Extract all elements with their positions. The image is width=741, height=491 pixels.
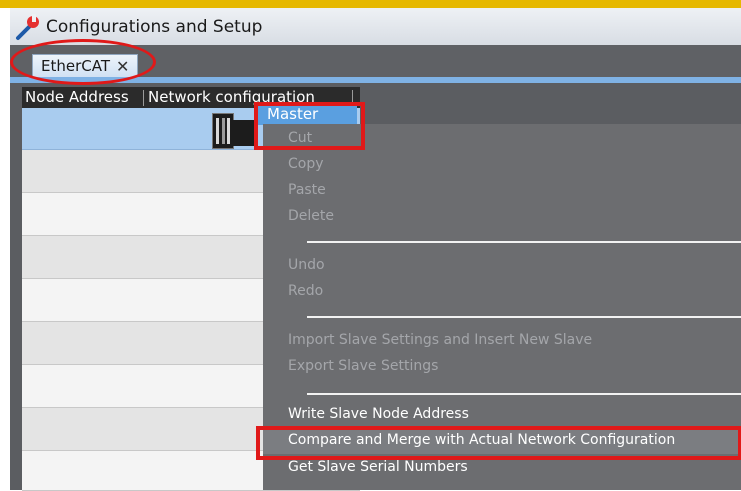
menu-item-undo[interactable]: Undo [288,257,325,273]
wrench-icon [16,13,39,40]
controller-icon[interactable] [212,113,234,149]
window-title: Configurations and Setup [46,16,263,37]
menu-separator [307,316,741,318]
menu-separator [307,241,741,243]
app-window: Configurations and Setup EtherCAT ✕ Node… [0,0,741,491]
window-top-edge [0,0,741,8]
annotation-circle-tab [10,39,156,85]
menu-item-export-slave-settings[interactable]: Export Slave Settings [288,358,438,374]
menu-separator [307,393,741,395]
menu-item-copy[interactable]: Copy [288,156,324,172]
column-divider[interactable] [143,90,144,106]
title-bar: Configurations and Setup [10,8,741,46]
annotation-box-master [254,102,365,150]
menu-item-paste[interactable]: Paste [288,182,326,198]
menu-item-import-slave-settings[interactable]: Import Slave Settings and Insert New Sla… [288,332,592,348]
menu-item-get-slave-serial-numbers[interactable]: Get Slave Serial Numbers [288,459,468,475]
menu-item-redo[interactable]: Redo [288,283,323,299]
menu-item-write-slave-node-address[interactable]: Write Slave Node Address [288,406,469,422]
menu-item-delete[interactable]: Delete [288,208,334,224]
annotation-box-compare-merge [256,426,741,460]
column-node-address[interactable]: Node Address [25,87,129,108]
